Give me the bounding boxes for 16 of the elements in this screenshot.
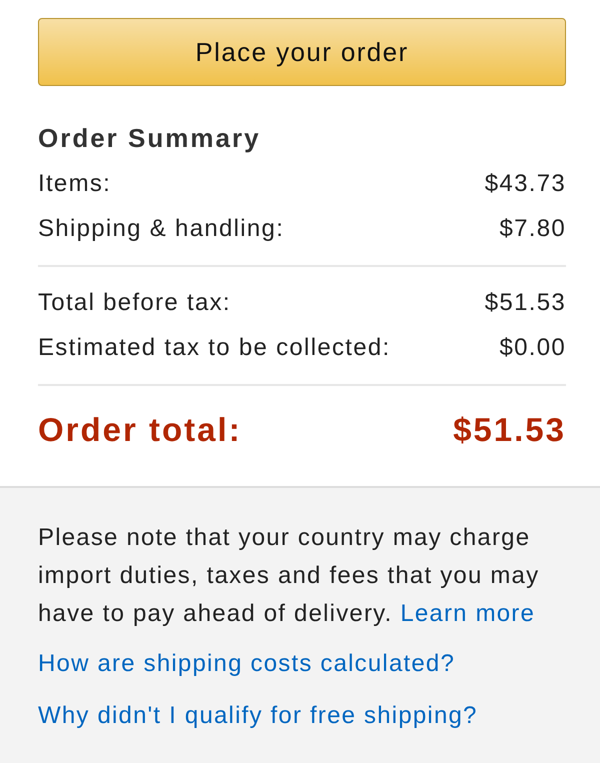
- line-item-amount: $7.80: [499, 214, 566, 244]
- line-item-amount: $0.00: [499, 333, 566, 363]
- learn-more-link[interactable]: Learn more: [400, 600, 536, 627]
- order-total-amount: $51.53: [453, 410, 566, 450]
- line-item-label: Estimated tax to be collected:: [38, 333, 390, 363]
- line-item-amount: $43.73: [484, 169, 566, 199]
- line-item-amount: $51.53: [484, 288, 566, 318]
- line-item-label: Total before tax:: [38, 288, 231, 318]
- order-summary-title: Order Summary: [38, 122, 262, 155]
- line-item-label: Shipping & handling:: [38, 214, 284, 244]
- line-item-label: Items:: [38, 169, 112, 199]
- import-notice: Please note that your country may charge import duties, taxes and fees that you may have to pay ahead of delivery. Learn more: [38, 523, 540, 629]
- help-link[interactable]: How are shipping costs calculated?: [38, 645, 456, 683]
- order-total-label: Order total:: [38, 410, 242, 450]
- place-order-button[interactable]: Place your order: [38, 18, 566, 86]
- help-link[interactable]: Why didn't I qualify for free shipping?: [38, 697, 478, 735]
